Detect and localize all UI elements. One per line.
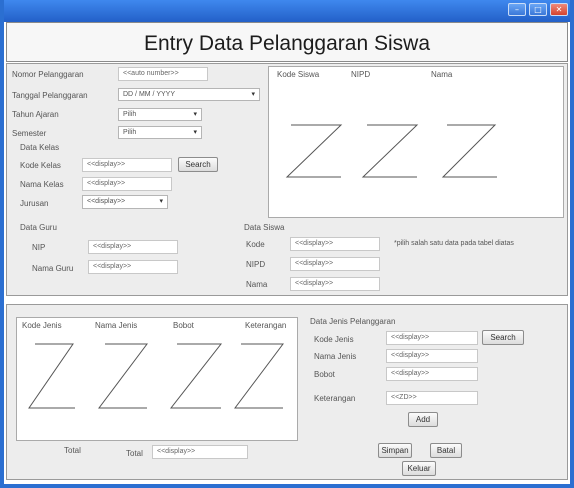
jurusan-select[interactable]: <<display>> ▾ (82, 195, 168, 209)
kelas-title: Data Kelas (20, 143, 60, 152)
tahun-value: Pilih (123, 111, 137, 118)
jurusan-label: Jurusan (20, 199, 49, 208)
nama-kelas-label: Nama Kelas (20, 180, 64, 189)
kode-siswa-label: Kode (246, 240, 265, 249)
nama-kelas-field[interactable]: <<display>> (82, 177, 172, 191)
header-panel: Entry Data Pelanggaran Siswa (6, 22, 568, 62)
nip-label: NIP (32, 243, 46, 252)
bobot-field[interactable]: <<display>> (386, 367, 478, 381)
keluar-button[interactable]: Keluar (402, 461, 436, 476)
total-label-1: Total (64, 446, 81, 455)
kode-jenis-label: Kode Jenis (314, 335, 354, 344)
chevron-down-icon: ▾ (159, 198, 163, 205)
nip-field[interactable]: <<display>> (88, 240, 178, 254)
siswa-table-placeholder-z (285, 124, 497, 178)
semester-select[interactable]: Pilih ▾ (118, 126, 202, 139)
kelas-search-button[interactable]: Search (178, 157, 218, 172)
jenis-title: Data Jenis Pelanggaran (310, 317, 396, 326)
chevron-down-icon: ▾ (251, 91, 255, 98)
semester-label: Semester (12, 129, 47, 138)
siswa-title: Data Siswa (244, 223, 285, 232)
nama-guru-label: Nama Guru (32, 264, 74, 273)
kode-siswa-field[interactable]: <<display>> (290, 237, 380, 251)
semester-value: Pilih (123, 129, 137, 136)
tanggal-picker[interactable]: DD / MM / YYYY ▾ (118, 88, 260, 101)
total-field[interactable]: <<display>> (152, 445, 248, 459)
total-label-2: Total (126, 449, 143, 458)
nama-guru-field[interactable]: <<display>> (88, 260, 178, 274)
nama-jenis-field[interactable]: <<display>> (386, 349, 478, 363)
nama-siswa-field[interactable]: <<display>> (290, 277, 380, 291)
jurusan-value: <<display>> (87, 198, 126, 205)
tahun-select[interactable]: Pilih ▾ (118, 108, 202, 121)
simpan-button[interactable]: Simpan (378, 443, 412, 458)
jenis-table-placeholder-z (28, 343, 284, 409)
add-button[interactable]: Add (408, 412, 438, 427)
siswa-table[interactable]: Kode Siswa NIPD Nama (268, 66, 564, 218)
siswa-note: *pilih salah satu data pada tabel diatas (394, 240, 514, 247)
batal-button[interactable]: Batal (430, 443, 462, 458)
guru-title: Data Guru (20, 223, 57, 232)
nomor-field[interactable]: <<auto number>> (118, 67, 208, 81)
kode-kelas-field[interactable]: <<display>> (82, 158, 172, 172)
keterangan-field[interactable]: <<ZD>> (386, 391, 478, 405)
nama-siswa-label: Nama (246, 280, 268, 289)
tanggal-label: Tanggal Pelanggaran (12, 91, 88, 100)
chevron-down-icon: ▾ (193, 129, 197, 136)
keterangan-label: Keterangan (314, 394, 356, 403)
chevron-down-icon: ▾ (193, 111, 197, 118)
nipd-field[interactable]: <<display>> (290, 257, 380, 271)
tahun-label: Tahun Ajaran (12, 110, 59, 119)
nomor-label: Nomor Pelanggaran (12, 70, 84, 79)
bobot-label: Bobot (314, 370, 335, 379)
nipd-label: NIPD (246, 260, 266, 269)
kode-jenis-field[interactable]: <<display>> (386, 331, 478, 345)
page-title: Entry Data Pelanggaran Siswa (144, 32, 430, 55)
jenis-search-button[interactable]: Search (482, 330, 524, 345)
nama-jenis-label: Nama Jenis (314, 352, 357, 361)
jenis-table[interactable]: Kode Jenis Nama Jenis Bobot Keterangan (16, 317, 298, 441)
kode-kelas-label: Kode Kelas (20, 161, 61, 170)
tanggal-value: DD / MM / YYYY (123, 91, 175, 98)
